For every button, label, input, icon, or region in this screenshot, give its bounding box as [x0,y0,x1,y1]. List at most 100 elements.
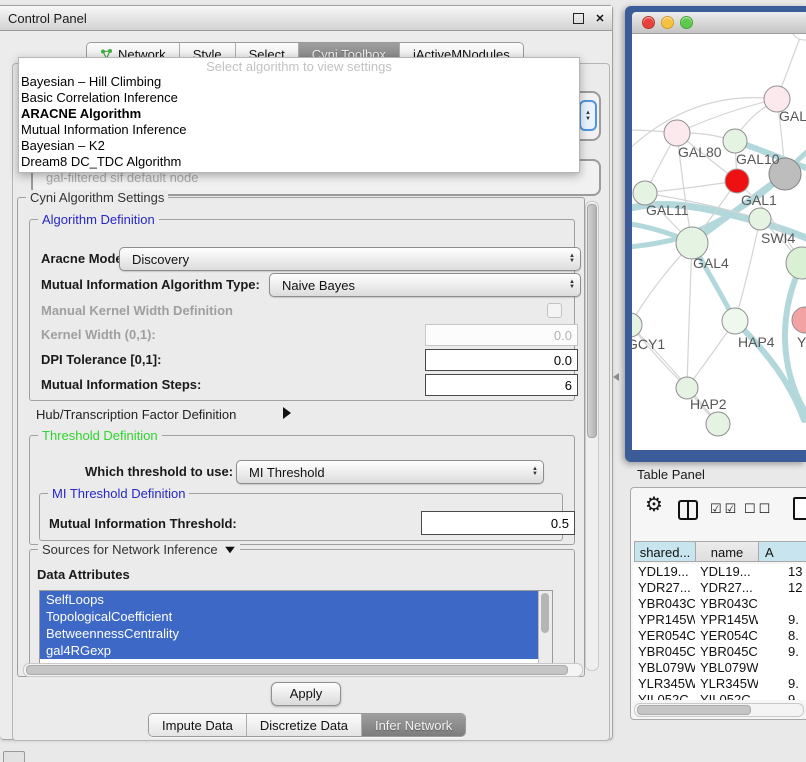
table-panel: ⚙ ☑☑ ☐☐ shared... name A YDL19...YDL19..… [630,487,806,720]
column-header-third[interactable]: A [758,541,806,562]
list-item[interactable]: TopologicalCoefficient [40,608,539,625]
node-label: GCY1 [632,336,665,352]
node-label: GAL10 [736,151,780,167]
bottom-tabbar: Impute Data Discretize Data Infer Networ… [148,713,466,737]
table-body: YDL19...YDL19...13 YDR27...YDR27...12 YB… [633,564,806,700]
mi-steps-label: Mutual Information Steps: [41,377,201,392]
popup-item-mutual-information[interactable]: Mutual Information Inference [19,122,579,138]
deselect-all-checkboxes-icon[interactable]: ☐☐ [744,501,773,517]
columns-icon[interactable] [678,500,698,520]
settings-horizontal-scrollbar-thumb[interactable] [26,665,568,675]
mi-algorithm-type-combo[interactable]: Naive Bayes ▲▼ [269,273,581,297]
combo-spinner-focused[interactable]: ▲ ▼ [579,100,597,131]
expand-down-icon[interactable] [225,546,235,552]
tab-discretize-data-label: Discretize Data [260,718,348,733]
threshold-definition-title: Threshold Definition [38,428,162,443]
node-gal10[interactable] [723,129,747,153]
float-panel-icon[interactable] [573,13,584,24]
network-canvas[interactable]: GAL GAL80 GAL10 GAL1 GAL11 SWI4 GAL4 GCY… [632,34,806,450]
control-panel-title: Control Panel [0,11,573,26]
settings-horizontal-scrollbar[interactable] [23,663,583,677]
node-label: GAL80 [678,144,722,160]
dpi-tolerance-field[interactable]: 0.0 [425,349,578,371]
apply-button[interactable]: Apply [271,682,341,706]
combo-arrows-icon: ▲▼ [532,467,539,477]
screen: Control Panel ✕ Network Style Select [0,0,806,762]
tab-infer-network[interactable]: Infer Network [361,714,465,736]
table-row[interactable]: YBR043CYBR043C [633,596,806,612]
edge-thin [645,181,737,193]
tab-discretize-data[interactable]: Discretize Data [246,714,361,736]
gear-icon[interactable]: ⚙ [645,492,663,517]
mi-steps-field[interactable]: 6 [425,374,578,396]
zoom-traffic-light[interactable] [680,16,693,29]
popup-item-dream8[interactable]: Dream8 DC_TDC Algorithm [19,154,579,170]
node-label: GAL4 [693,255,729,271]
cyni-algorithm-settings-title: Cyni Algorithm Settings [26,190,168,205]
node-gal1-selected[interactable] [725,169,749,193]
aracne-mode-value: Discovery [132,252,563,267]
node-hap4[interactable] [722,308,748,334]
table-row[interactable]: YER054CYER054C8. [633,628,806,644]
table-horizontal-scrollbar-thumb[interactable] [637,705,751,715]
node-label: GAL [779,108,806,124]
edge-thin [687,243,692,388]
list-item[interactable]: gal4RGexp [40,642,539,659]
column-header-name[interactable]: name [695,541,759,562]
spin-down-icon: ▼ [585,116,591,122]
node-bottom[interactable] [706,412,730,436]
tab-infer-network-label: Infer Network [375,718,452,733]
mi-threshold-group-title: MI Threshold Definition [48,486,189,501]
node-partial-top[interactable] [791,34,806,40]
table-horizontal-scrollbar[interactable] [634,703,804,717]
list-scrollbar[interactable] [538,591,552,663]
sources-group-title: Sources for Network Inference [42,542,218,557]
list-item[interactable]: BetweennessCentrality [40,625,539,642]
table-row[interactable]: YPR145WYPR145W9. [633,612,806,628]
data-attributes-list[interactable]: SelfLoops TopologicalCoefficient Between… [39,590,553,664]
which-threshold-combo[interactable]: MI Threshold ▲▼ [236,460,544,484]
node-gal80[interactable] [664,120,690,146]
network-window-titlebar [632,12,806,34]
popup-item-aracne[interactable]: ARACNE Algorithm [19,106,579,122]
tab-impute-data[interactable]: Impute Data [149,714,246,736]
close-icon[interactable]: ✕ [592,12,608,25]
mi-threshold-field[interactable]: 0.5 [421,511,575,535]
splitter-collapse-icon[interactable] [613,373,619,381]
list-item[interactable]: SelfLoops [40,591,539,608]
node-label: GAL1 [741,192,777,208]
expand-right-icon[interactable] [283,407,291,419]
node-salmon[interactable] [792,307,806,333]
sources-group-title-wrap: Sources for Network Inference [38,542,240,557]
hub-definition-label: Hub/Transcription Factor Definition [36,407,236,422]
algorithm-popup: Select algorithm to view settings Bayesi… [18,57,580,173]
node-right-large[interactable] [786,247,806,279]
settings-vertical-scrollbar-thumb[interactable] [587,204,597,438]
table-row[interactable]: YDR27...YDR27...12 [633,580,806,596]
kernel-width-label: Kernel Width (0,1): [41,327,156,342]
control-panel-titlebar: Control Panel ✕ [0,6,612,31]
edge-thin [677,99,777,133]
which-threshold-label: Which threshold to use: [85,464,233,479]
select-all-checkboxes-icon[interactable]: ☑☑ [710,501,739,517]
file-icon[interactable] [793,497,806,520]
popup-item-bayesian-k2[interactable]: Bayesian – K2 [19,138,579,154]
popup-item-bayesian-hill-climbing[interactable]: Bayesian – Hill Climbing [19,74,579,90]
node-label: SWI4 [761,230,795,246]
column-header-shared-name[interactable]: shared... [634,541,696,562]
collapsed-panel-icon[interactable] [3,751,25,762]
settings-vertical-scrollbar[interactable] [585,201,599,671]
list-scrollbar-thumb[interactable] [541,593,549,633]
table-row[interactable]: YLR345WYLR345W9. [633,676,806,692]
tab-impute-data-label: Impute Data [162,718,233,733]
table-row[interactable]: YBL079WYBL079W [633,660,806,676]
aracne-mode-combo[interactable]: Discovery ▲▼ [119,247,581,271]
close-traffic-light[interactable] [642,16,655,29]
table-row[interactable]: YIL052CYIL052C9 [633,692,806,700]
node-swi4[interactable] [749,208,771,230]
popup-item-basic-correlation[interactable]: Basic Correlation Inference [19,90,579,106]
table-row[interactable]: YDL19...YDL19...13 [633,564,806,580]
table-row[interactable]: YBR045CYBR045C9. [633,644,806,660]
minimize-traffic-light[interactable] [661,16,674,29]
node-gcy1[interactable] [632,313,642,337]
